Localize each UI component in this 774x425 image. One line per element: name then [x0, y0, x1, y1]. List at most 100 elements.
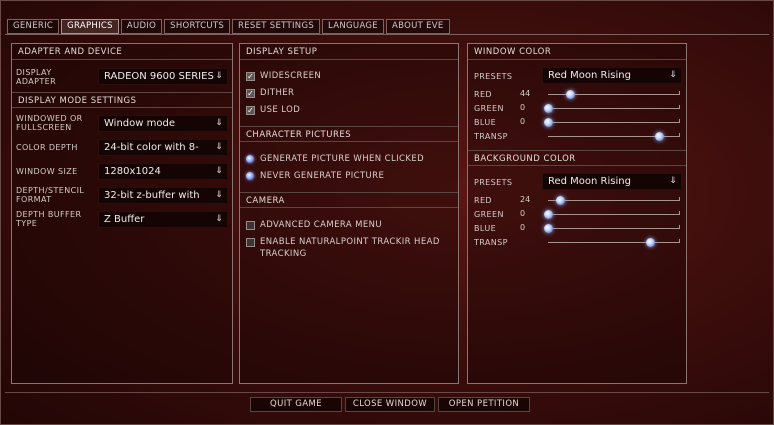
- depth-buffer-row: DEPTH BUFFER TYPE Z Buffer ⇓: [16, 210, 228, 232]
- stencil-label: DEPTH/STENCIL FORMAT: [16, 186, 85, 204]
- never-generate-option[interactable]: NEVER GENERATE PICTURE: [246, 170, 384, 182]
- trackir-option[interactable]: ✓ ENABLE NATURALPOINT TRACKIR HEAD: [246, 236, 440, 248]
- window-blue-slider[interactable]: BLUE 0: [474, 116, 682, 128]
- slider-knob[interactable]: [544, 210, 553, 219]
- window-red-slider[interactable]: RED 44: [474, 88, 682, 100]
- chevron-down-icon: ⇓: [214, 140, 224, 155]
- window-size-row: WINDOW SIZE 1280x1024 ⇓: [16, 162, 228, 182]
- checkbox-unchecked-icon[interactable]: ✓: [246, 220, 255, 230]
- window-size-select[interactable]: 1280x1024 ⇓: [98, 163, 228, 180]
- checkbox-checked-icon[interactable]: ✓: [246, 88, 255, 98]
- background-red-value: 24: [520, 195, 531, 204]
- window-presets-select[interactable]: Red Moon Rising ⇓: [542, 67, 682, 84]
- generate-picture-option[interactable]: GENERATE PICTURE WHEN CLICKED: [246, 153, 424, 165]
- slider-track: [548, 132, 680, 141]
- color-depth-label: COLOR DEPTH: [16, 143, 78, 152]
- adapter-header: ADAPTER AND DEVICE: [12, 44, 232, 60]
- slider-knob[interactable]: [566, 90, 576, 99]
- background-presets-select[interactable]: Red Moon Rising ⇓: [542, 173, 682, 190]
- chevron-down-icon: ⇓: [214, 116, 224, 131]
- background-red-slider[interactable]: RED 24: [474, 194, 682, 206]
- dither-label: DITHER: [260, 88, 295, 98]
- slider-knob[interactable]: [645, 238, 655, 247]
- background-green-value: 0: [520, 209, 526, 218]
- tab-audio[interactable]: AUDIO: [120, 19, 163, 34]
- chevron-down-icon: ⇓: [668, 68, 678, 83]
- chevron-down-icon: ⇓: [214, 164, 224, 179]
- settings-window: GENERIC GRAPHICS AUDIO SHORTCUTS RESET S…: [0, 0, 774, 425]
- radio-icon[interactable]: [246, 155, 254, 163]
- camera-header: CAMERA: [240, 192, 458, 208]
- background-blue-label: BLUE: [474, 224, 497, 233]
- checkbox-checked-icon[interactable]: ✓: [246, 105, 255, 115]
- slider-knob[interactable]: [544, 104, 553, 113]
- depth-buffer-select[interactable]: Z Buffer ⇓: [98, 211, 228, 228]
- window-transp-slider[interactable]: TRANSP: [474, 130, 682, 142]
- background-green-slider[interactable]: GREEN 0: [474, 208, 682, 220]
- window-size-value: 1280x1024: [104, 166, 161, 177]
- background-blue-slider[interactable]: BLUE 0: [474, 222, 682, 234]
- slider-track: [548, 196, 680, 205]
- slider-track: [544, 104, 680, 113]
- checkbox-unchecked-icon[interactable]: ✓: [246, 237, 255, 247]
- color-depth-value: 24-bit color with 8-: [104, 142, 199, 153]
- display-adapter-value: RADEON 9600 SERIES: [104, 71, 214, 82]
- slider-knob[interactable]: [654, 132, 664, 141]
- background-red-label: RED: [474, 196, 492, 205]
- widescreen-option[interactable]: ✓ WIDESCREEN: [246, 70, 321, 82]
- dither-option[interactable]: ✓ DITHER: [246, 87, 294, 99]
- trackir-label: ENABLE NATURALPOINT TRACKIR HEAD: [260, 237, 440, 247]
- stencil-row: DEPTH/STENCIL FORMAT 32-bit z-buffer wit…: [16, 186, 228, 208]
- depth-buffer-value: Z Buffer: [104, 214, 145, 225]
- slider-track: [548, 90, 680, 99]
- tab-about-eve[interactable]: ABOUT EVE: [385, 19, 450, 34]
- tab-graphics[interactable]: GRAPHICS: [61, 19, 119, 34]
- slider-knob[interactable]: [544, 118, 553, 127]
- display-adapter-select[interactable]: RADEON 9600 SERIES ⇓: [98, 68, 228, 85]
- slider-knob[interactable]: [555, 196, 565, 205]
- background-color-header: BACKGROUND COLOR: [468, 150, 686, 166]
- windowed-select[interactable]: Window mode ⇓: [98, 115, 228, 132]
- radio-icon[interactable]: [246, 172, 254, 180]
- window-presets-label: PRESETS: [474, 72, 513, 81]
- slider-knob[interactable]: [544, 224, 553, 233]
- tab-divider: [5, 34, 769, 35]
- window-green-label: GREEN: [474, 104, 504, 113]
- window-green-slider[interactable]: GREEN 0: [474, 102, 682, 114]
- color-panel: WINDOW COLOR PRESETS Red Moon Rising ⇓ R…: [467, 43, 687, 384]
- background-blue-value: 0: [520, 223, 526, 232]
- tab-language[interactable]: LANGUAGE: [322, 19, 384, 34]
- window-green-value: 0: [520, 103, 526, 112]
- checkbox-checked-icon[interactable]: ✓: [246, 71, 255, 81]
- close-window-button[interactable]: CLOSE WINDOW: [345, 397, 435, 412]
- window-red-label: RED: [474, 90, 492, 99]
- use-lod-label: USE LOD: [260, 105, 301, 115]
- tab-shortcuts[interactable]: SHORTCUTS: [164, 19, 231, 34]
- background-presets-row: PRESETS Red Moon Rising ⇓: [472, 172, 682, 192]
- background-transp-label: TRANSP: [474, 238, 508, 247]
- advanced-camera-label: ADVANCED CAMERA MENU: [260, 220, 383, 230]
- stencil-value: 32-bit z-buffer with: [104, 190, 200, 201]
- window-red-value: 44: [520, 89, 531, 98]
- chevron-down-icon: ⇓: [214, 188, 224, 203]
- open-petition-button[interactable]: OPEN PETITION: [438, 397, 530, 412]
- background-presets-value: Red Moon Rising: [548, 176, 631, 187]
- window-size-label: WINDOW SIZE: [16, 167, 78, 176]
- window-transp-label: TRANSP: [474, 132, 508, 141]
- color-depth-row: COLOR DEPTH 24-bit color with 8- ⇓: [16, 138, 228, 158]
- quit-game-button[interactable]: QUIT GAME: [250, 397, 342, 412]
- stencil-select[interactable]: 32-bit z-buffer with ⇓: [98, 187, 228, 204]
- generate-picture-label: GENERATE PICTURE WHEN CLICKED: [260, 154, 425, 164]
- advanced-camera-option[interactable]: ✓ ADVANCED CAMERA MENU: [246, 219, 382, 231]
- color-depth-select[interactable]: 24-bit color with 8- ⇓: [98, 139, 228, 156]
- use-lod-option[interactable]: ✓ USE LOD: [246, 104, 300, 116]
- tab-reset-settings[interactable]: RESET SETTINGS: [232, 19, 321, 34]
- display-mode-header: DISPLAY MODE SETTINGS: [12, 92, 232, 108]
- background-transp-slider[interactable]: TRANSP: [474, 236, 682, 248]
- display-setup-panel: DISPLAY SETUP ✓ WIDESCREEN ✓ DITHER ✓ US…: [239, 43, 459, 384]
- windowed-row: WINDOWED OR FULLSCREEN Window mode ⇓: [16, 114, 228, 136]
- background-presets-label: PRESETS: [474, 178, 513, 187]
- window-color-header: WINDOW COLOR: [468, 44, 686, 60]
- tab-generic[interactable]: GENERIC: [7, 19, 60, 34]
- window-presets-row: PRESETS Red Moon Rising ⇓: [472, 66, 682, 86]
